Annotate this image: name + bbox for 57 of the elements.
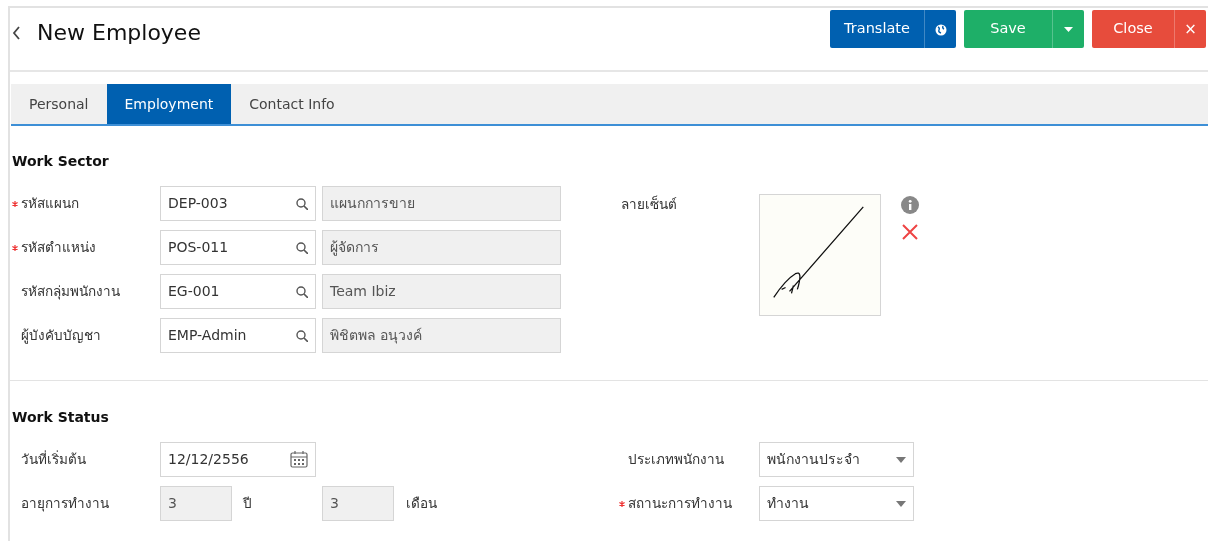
dropdown-button[interactable] xyxy=(1052,10,1084,48)
code-field[interactable]: DEP-003 xyxy=(160,186,316,221)
field-label: ผู้บังคับบัญชา xyxy=(21,326,101,346)
field-value: 12/12/2556 xyxy=(168,450,249,469)
section-title: Work Sector xyxy=(12,152,110,171)
caret-icon xyxy=(896,500,906,507)
close-icon xyxy=(902,224,918,240)
info-icon xyxy=(901,196,919,214)
unit-label: เดือน xyxy=(405,494,437,514)
field-label: รหัสแผนก xyxy=(21,194,79,214)
select-field[interactable]: ทำงาน xyxy=(759,486,914,521)
signature-label: ลายเซ็นต์ xyxy=(621,194,678,214)
back-button[interactable] xyxy=(12,25,21,40)
remove-button[interactable] xyxy=(902,224,918,240)
search-icon xyxy=(296,329,308,342)
name-field: พิชิตพล อนุวงค์ xyxy=(322,318,561,353)
caret-icon xyxy=(896,456,906,463)
search-icon xyxy=(296,285,308,298)
tab[interactable]: Employment xyxy=(106,84,232,124)
caret-icon xyxy=(1064,27,1073,33)
name-field: ผู้จัดการ xyxy=(322,230,561,265)
select-field[interactable]: พนักงานประจำ xyxy=(759,442,914,477)
translate-option-button[interactable] xyxy=(924,10,956,48)
globe-icon xyxy=(934,23,947,36)
code-field[interactable]: POS-011 xyxy=(160,230,316,265)
code-field[interactable]: EG-001 xyxy=(160,274,316,309)
info-button[interactable] xyxy=(901,196,919,214)
unit-label: ปี xyxy=(242,494,253,514)
page-title: New Employee xyxy=(37,19,201,47)
field-value: EMP-Admin xyxy=(168,326,247,345)
field-label: สถานะการทำงาน xyxy=(628,494,732,514)
calendar-icon xyxy=(290,451,308,468)
action-button[interactable]: Close xyxy=(1092,10,1174,48)
field-label: รหัสตำแหน่ง xyxy=(21,238,96,258)
field-value: EG-001 xyxy=(168,282,220,301)
tab[interactable]: Personal xyxy=(11,84,107,124)
field-value: ทำงาน xyxy=(767,494,809,513)
field-value: POS-011 xyxy=(168,238,229,257)
field-label: ประเภทพนักงาน xyxy=(628,450,724,470)
section-title: Work Status xyxy=(12,408,110,427)
action-button[interactable]: Translate xyxy=(830,10,924,48)
years-field: 3 xyxy=(160,486,232,521)
tab[interactable]: Contact Info xyxy=(231,84,353,124)
search-icon xyxy=(296,197,308,210)
field-value: DEP-003 xyxy=(168,194,228,213)
back-icon xyxy=(12,25,21,40)
field-value: พนักงานประจำ xyxy=(767,450,860,469)
search-icon xyxy=(296,241,308,254)
months-field: 3 xyxy=(322,486,394,521)
field-label: วันที่เริ่มต้น xyxy=(21,449,86,470)
code-field[interactable]: EMP-Admin xyxy=(160,318,316,353)
name-field: Team Ibiz xyxy=(322,274,561,309)
name-field: แผนกการขาย xyxy=(322,186,561,221)
date-field[interactable]: 12/12/2556 xyxy=(160,442,316,477)
close-x-button[interactable]: × xyxy=(1174,10,1206,48)
field-label: รหัสกลุ่มพนักงาน xyxy=(21,282,120,302)
field-label: อายุการทำงาน xyxy=(21,494,109,514)
